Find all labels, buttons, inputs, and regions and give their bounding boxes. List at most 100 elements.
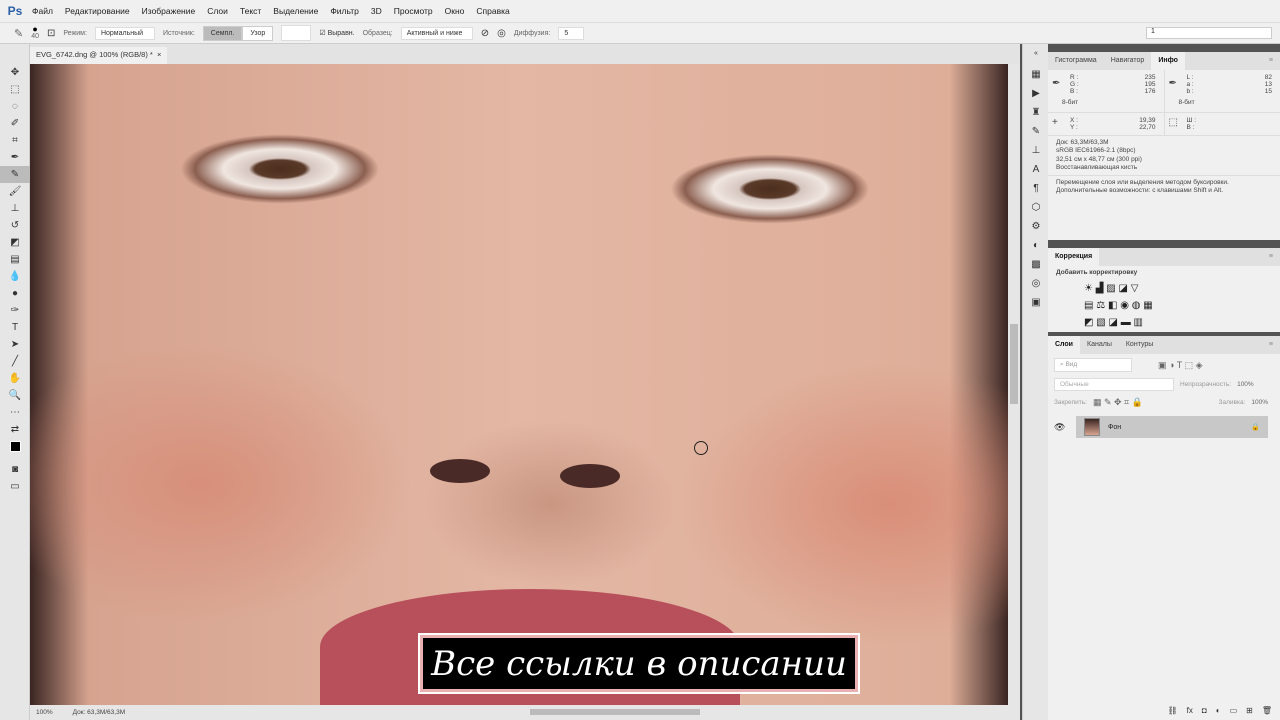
filter-icons[interactable]: ▣ ◑ T ⬚ ◈ bbox=[1158, 360, 1203, 371]
adjustments-icon[interactable]: ◐ bbox=[1023, 236, 1049, 255]
history-brush-tool-icon[interactable]: ↺ bbox=[0, 217, 30, 234]
tab-navigator[interactable]: Навигатор bbox=[1104, 52, 1152, 70]
fill-input[interactable]: 100% bbox=[1251, 399, 1268, 406]
source-sampled-button[interactable]: Семпл. bbox=[202, 25, 243, 41]
tab-paths[interactable]: Контуры bbox=[1119, 336, 1160, 354]
document-tab[interactable]: EVG_6742.dng @ 100% (RGB/8) * × bbox=[30, 47, 168, 64]
menu-help[interactable]: Справка bbox=[470, 6, 515, 16]
menu-file[interactable]: Файл bbox=[26, 6, 59, 16]
layer-row[interactable]: 👁 Фон 🔒 bbox=[1054, 416, 1268, 438]
delete-layer-icon[interactable]: 🗑 bbox=[1262, 706, 1272, 720]
brush-tool-icon[interactable]: 🖌 bbox=[0, 183, 30, 200]
tab-histogram[interactable]: Гистограмма bbox=[1048, 52, 1104, 70]
actions-play-icon[interactable]: ▶ bbox=[1023, 84, 1049, 103]
swatches-icon[interactable]: ▩ bbox=[1023, 255, 1049, 274]
vibrance-icon[interactable]: ▽ bbox=[1131, 283, 1139, 294]
eraser-tool-icon[interactable]: ◩ bbox=[0, 234, 30, 251]
pen-tool-icon[interactable]: ✑ bbox=[0, 302, 30, 319]
horizontal-scroll-thumb[interactable] bbox=[530, 709, 700, 715]
line-tool-icon[interactable]: ╱ bbox=[0, 353, 30, 370]
lasso-tool-icon[interactable]: ◌ bbox=[0, 98, 30, 115]
photo-filter-icon[interactable]: ◉ bbox=[1120, 300, 1129, 311]
panel-menu-icon[interactable]: ≡ bbox=[1262, 336, 1280, 354]
levels-icon[interactable]: ▟ bbox=[1096, 283, 1104, 294]
lock-icons[interactable]: ▦ ✎ ✥ ⌗ 🔒 bbox=[1093, 397, 1143, 408]
bw-icon[interactable]: ◧ bbox=[1108, 300, 1117, 311]
swap-colors-icon[interactable]: ⇄ bbox=[0, 421, 30, 438]
menu-3d[interactable]: 3D bbox=[365, 6, 388, 16]
dodge-tool-icon[interactable]: ● bbox=[0, 285, 30, 302]
hand-tool-icon[interactable]: ✋ bbox=[0, 370, 30, 387]
brushes-icon[interactable]: ✎ bbox=[1023, 122, 1049, 141]
eyedropper-tool-icon[interactable]: ✒ bbox=[0, 149, 30, 166]
type-tool-icon[interactable]: T bbox=[0, 319, 30, 336]
link-layers-icon[interactable]: ⛓ bbox=[1168, 706, 1178, 720]
more-tools-icon[interactable]: ⋯ bbox=[0, 404, 30, 421]
color-lookup-icon[interactable]: ▦ bbox=[1143, 300, 1152, 311]
color-balance-icon[interactable]: ⚖ bbox=[1096, 300, 1105, 311]
hue-sat-icon[interactable]: ▤ bbox=[1084, 300, 1093, 311]
tab-adjustments[interactable]: Коррекция bbox=[1048, 248, 1100, 266]
menu-view[interactable]: Просмотр bbox=[388, 6, 439, 16]
styles-icon[interactable]: ◎ bbox=[1023, 274, 1049, 293]
layer-name[interactable]: Фон bbox=[1108, 424, 1121, 431]
curves-icon[interactable]: ▨ bbox=[1106, 283, 1115, 294]
clone-source-icon[interactable]: ⊥ bbox=[1023, 141, 1049, 160]
blur-tool-icon[interactable]: 💧 bbox=[0, 268, 30, 285]
paragraph-icon[interactable]: ¶ bbox=[1023, 179, 1049, 198]
tab-layers[interactable]: Слои bbox=[1048, 336, 1080, 354]
clone-stamp-tool-icon[interactable]: ⊥ bbox=[0, 200, 30, 217]
new-layer-icon[interactable]: ⊞ bbox=[1246, 706, 1253, 720]
menu-select[interactable]: Выделение bbox=[267, 6, 324, 16]
collapse-icon[interactable]: « bbox=[1023, 44, 1049, 63]
history-icon[interactable]: ▦ bbox=[1023, 65, 1049, 84]
channel-mixer-icon[interactable]: ◍ bbox=[1132, 300, 1141, 311]
character-icon[interactable]: A bbox=[1023, 160, 1049, 179]
clone-source-panel-icon[interactable]: ⊡ bbox=[47, 28, 55, 39]
menu-layers[interactable]: Слои bbox=[201, 6, 234, 16]
brightness-icon[interactable]: ☀ bbox=[1084, 283, 1093, 294]
layer-filter-select[interactable]: ⌕ Вид bbox=[1054, 358, 1132, 372]
selective-color-icon[interactable]: ▥ bbox=[1133, 317, 1142, 328]
diffusion-input[interactable]: 5 bbox=[558, 26, 585, 40]
zoom-level[interactable]: 100% bbox=[36, 709, 53, 716]
ignore-adjustment-layers-icon[interactable]: ⊘ bbox=[481, 28, 489, 39]
menu-image[interactable]: Изображение bbox=[136, 6, 202, 16]
pattern-picker[interactable] bbox=[281, 25, 312, 41]
menu-filter[interactable]: Фильтр bbox=[324, 6, 365, 16]
tab-info[interactable]: Инфо bbox=[1151, 52, 1185, 70]
menu-text[interactable]: Текст bbox=[234, 6, 267, 16]
gradient-map-icon[interactable]: ▬ bbox=[1121, 317, 1131, 328]
move-tool-icon[interactable]: ✥ bbox=[0, 64, 30, 81]
quick-select-tool-icon[interactable]: ✐ bbox=[0, 115, 30, 132]
marquee-tool-icon[interactable]: ⬚ bbox=[0, 81, 30, 98]
notes-icon[interactable]: ▣ bbox=[1023, 293, 1049, 312]
panel-menu-icon[interactable]: ≡ bbox=[1262, 248, 1280, 266]
gradient-tool-icon[interactable]: ▤ bbox=[0, 251, 30, 268]
blend-mode-select[interactable]: Обычные bbox=[1054, 378, 1174, 391]
exposure-icon[interactable]: ◪ bbox=[1118, 283, 1127, 294]
brush-size-picker[interactable]: ● 40 bbox=[31, 25, 39, 41]
mode-select[interactable]: Нормальный bbox=[94, 26, 155, 40]
add-mask-icon[interactable]: ◘ bbox=[1202, 706, 1207, 720]
source-pattern-button[interactable]: Узор bbox=[242, 25, 274, 41]
quick-mask-icon[interactable]: ◙ bbox=[0, 461, 30, 478]
3d-icon[interactable]: ⬡ bbox=[1023, 198, 1049, 217]
doc-size[interactable]: Док: 63,3M/63,3M bbox=[73, 709, 125, 716]
aligned-checkbox[interactable]: ☑ Выравн. bbox=[319, 29, 354, 37]
visibility-eye-icon[interactable]: 👁 bbox=[1054, 422, 1065, 433]
close-tab-icon[interactable]: × bbox=[157, 50, 161, 59]
image-canvas[interactable] bbox=[30, 64, 1008, 705]
scroll-thumb[interactable] bbox=[1010, 324, 1018, 404]
vertical-scrollbar[interactable] bbox=[1008, 64, 1020, 705]
sample-select[interactable]: Активный и ниже bbox=[400, 26, 473, 40]
menu-edit[interactable]: Редактирование bbox=[59, 6, 136, 16]
crop-tool-icon[interactable]: ⌗ bbox=[0, 132, 30, 149]
invert-icon[interactable]: ◩ bbox=[1084, 317, 1093, 328]
threshold-icon[interactable]: ◪ bbox=[1108, 317, 1117, 328]
healing-brush-tool-icon[interactable]: ✎ bbox=[0, 166, 30, 183]
workspace-select[interactable]: 1 bbox=[1146, 27, 1272, 39]
panel-menu-icon[interactable]: ≡ bbox=[1262, 52, 1280, 70]
posterize-icon[interactable]: ▧ bbox=[1096, 317, 1105, 328]
path-select-tool-icon[interactable]: ➤ bbox=[0, 336, 30, 353]
